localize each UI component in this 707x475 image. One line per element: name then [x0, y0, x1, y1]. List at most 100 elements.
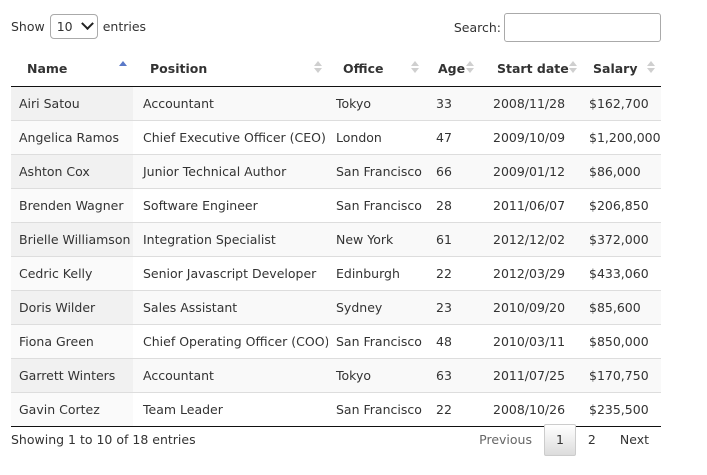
sort-icon — [411, 61, 419, 75]
cell-salary: $850,000 — [579, 324, 661, 359]
cell-name: Brenden Wagner — [11, 188, 133, 223]
cell-office: Sydney — [328, 290, 425, 325]
cell-office: San Francisco — [328, 188, 425, 223]
cell-salary: $433,060 — [579, 256, 661, 291]
cell-position: Junior Technical Author — [133, 154, 328, 189]
cell-start-date: 2012/03/29 — [484, 256, 579, 291]
cell-start-date: 2010/03/11 — [484, 324, 579, 359]
cell-office: San Francisco — [328, 392, 425, 427]
cell-age: 23 — [425, 290, 484, 325]
cell-office: Edinburgh — [328, 256, 425, 291]
sort-icon — [647, 61, 655, 75]
table-controls: Show 10 entries Search: — [11, 13, 661, 43]
sort-ascending-icon — [119, 61, 127, 75]
page-button-1[interactable]: 1 — [543, 424, 576, 456]
cell-start-date: 2012/12/02 — [484, 222, 579, 257]
table-row[interactable]: Angelica Ramos Chief Executive Officer (… — [11, 120, 661, 155]
cell-salary: $1,200,000 — [579, 120, 661, 155]
cell-salary: $206,850 — [579, 188, 661, 223]
table-row[interactable]: Cedric Kelly Senior Javascript Developer… — [11, 256, 661, 291]
cell-age: 47 — [425, 120, 484, 155]
column-header-salary[interactable]: Salary — [579, 51, 661, 87]
cell-start-date: 2011/07/25 — [484, 358, 579, 393]
cell-position: Software Engineer — [133, 188, 328, 223]
search-control: Search: — [454, 13, 661, 42]
cell-salary: $86,000 — [579, 154, 661, 189]
cell-office: New York — [328, 222, 425, 257]
column-header-position[interactable]: Position — [133, 51, 328, 87]
page-length-value: 10 — [56, 19, 73, 34]
cell-position: Integration Specialist — [133, 222, 328, 257]
cell-position: Accountant — [133, 358, 328, 393]
page-button-2[interactable]: 2 — [576, 425, 608, 455]
cell-start-date: 2009/10/09 — [484, 120, 579, 155]
cell-start-date: 2011/06/07 — [484, 188, 579, 223]
cell-office: Tokyo — [328, 358, 425, 393]
cell-office: London — [328, 120, 425, 155]
cell-office: Tokyo — [328, 86, 425, 121]
cell-start-date: 2008/11/28 — [484, 86, 579, 121]
page-length-select[interactable]: 10 — [49, 14, 98, 39]
table-row[interactable]: Ashton Cox Junior Technical Author San F… — [11, 154, 661, 189]
table-row[interactable]: Gavin Cortez Team Leader San Francisco 2… — [11, 392, 661, 427]
column-header-name[interactable]: Name — [11, 51, 133, 87]
pagination: Previous 1 2 Next — [467, 424, 661, 456]
cell-start-date: 2009/01/12 — [484, 154, 579, 189]
next-page-button[interactable]: Next — [608, 425, 661, 455]
table-row[interactable]: Fiona Green Chief Operating Officer (COO… — [11, 324, 661, 359]
cell-office: San Francisco — [328, 154, 425, 189]
page-length-control: Show 10 entries — [11, 13, 146, 40]
table-row[interactable]: Airi Satou Accountant Tokyo 33 2008/11/2… — [11, 86, 661, 121]
table-row[interactable]: Doris Wilder Sales Assistant Sydney 23 2… — [11, 290, 661, 325]
search-label: Search: — [453, 20, 501, 35]
column-header-start-date[interactable]: Start date — [484, 51, 579, 87]
show-label: Show — [11, 19, 45, 34]
cell-name: Cedric Kelly — [11, 256, 133, 291]
cell-salary: $235,500 — [579, 392, 661, 427]
cell-name: Brielle Williamson — [11, 222, 133, 257]
cell-position: Team Leader — [133, 392, 328, 427]
cell-name: Doris Wilder — [11, 290, 133, 325]
cell-name: Angelica Ramos — [11, 120, 133, 155]
cell-position: Chief Operating Officer (COO) — [133, 324, 328, 359]
cell-age: 48 — [425, 324, 484, 359]
cell-age: 33 — [425, 86, 484, 121]
cell-position: Sales Assistant — [133, 290, 328, 325]
column-header-office[interactable]: Office — [328, 51, 425, 87]
cell-position: Chief Executive Officer (CEO) — [133, 120, 328, 155]
cell-age: 61 — [425, 222, 484, 257]
cell-age: 63 — [425, 358, 484, 393]
cell-name: Fiona Green — [11, 324, 133, 359]
table-info: Showing 1 to 10 of 18 entries — [11, 432, 196, 447]
chevron-down-icon — [80, 17, 94, 31]
entries-label: entries — [102, 19, 147, 34]
sort-icon — [466, 61, 474, 75]
search-input[interactable] — [504, 13, 661, 42]
cell-name: Airi Satou — [11, 86, 133, 121]
cell-name: Gavin Cortez — [11, 392, 133, 427]
cell-name: Ashton Cox — [11, 154, 133, 189]
table-header-row: Name Position Office Age Start date Sala… — [11, 51, 661, 87]
cell-position: Accountant — [133, 86, 328, 121]
cell-age: 66 — [425, 154, 484, 189]
column-header-age[interactable]: Age — [425, 51, 484, 87]
table-row[interactable]: Garrett Winters Accountant Tokyo 63 2011… — [11, 358, 661, 393]
cell-salary: $162,700 — [579, 86, 661, 121]
cell-name: Garrett Winters — [11, 358, 133, 393]
cell-age: 22 — [425, 392, 484, 427]
table-row[interactable]: Brenden Wagner Software Engineer San Fra… — [11, 188, 661, 223]
cell-start-date: 2008/10/26 — [484, 392, 579, 427]
cell-position: Senior Javascript Developer — [133, 256, 328, 291]
cell-start-date: 2010/09/20 — [484, 290, 579, 325]
cell-age: 22 — [425, 256, 484, 291]
sort-icon — [569, 61, 577, 75]
cell-office: San Francisco — [328, 324, 425, 359]
data-table: Name Position Office Age Start date Sala… — [11, 51, 661, 427]
cell-salary: $170,750 — [579, 358, 661, 393]
cell-salary: $372,000 — [579, 222, 661, 257]
table-row[interactable]: Brielle Williamson Integration Specialis… — [11, 222, 661, 257]
cell-salary: $85,600 — [579, 290, 661, 325]
sort-icon — [314, 61, 322, 75]
cell-age: 28 — [425, 188, 484, 223]
previous-page-button[interactable]: Previous — [467, 425, 544, 455]
